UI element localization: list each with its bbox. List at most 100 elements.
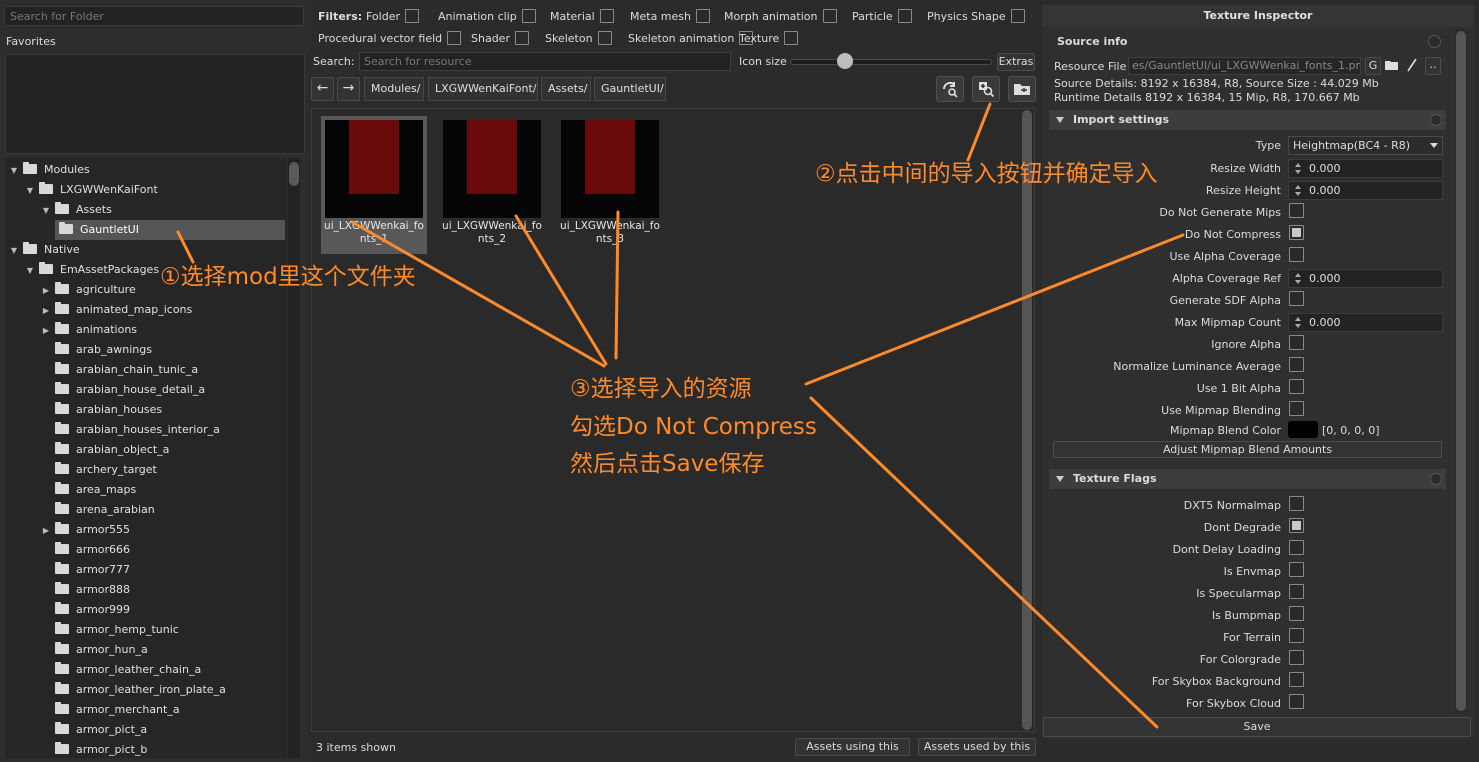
filter-checkbox[interactable] (784, 31, 799, 45)
filter-skeleton[interactable]: Skeleton (545, 31, 612, 47)
filter-animation-clip[interactable]: Animation clip (438, 9, 536, 25)
resize-height-input[interactable]: 0.000 (1288, 181, 1443, 200)
tree-item[interactable]: arabian_object_a (5, 440, 287, 460)
tree-item[interactable]: archery_target (5, 460, 287, 480)
for-colorgrade-checkbox[interactable] (1289, 650, 1304, 665)
folder-tree-scrollbar[interactable] (288, 158, 300, 758)
filter-physics-shape[interactable]: Physics Shape (927, 9, 1025, 25)
max-mipmap-count-input[interactable]: 0.000 (1288, 313, 1443, 332)
tree-item[interactable]: armor_hun_a (5, 640, 287, 660)
is-specularmap-checkbox[interactable] (1289, 584, 1304, 599)
extras-button[interactable]: Extras (997, 53, 1035, 71)
filter-checkbox[interactable] (1010, 9, 1025, 23)
is-envmap-checkbox[interactable] (1289, 562, 1304, 577)
tree-item[interactable]: armor_hemp_tunic (5, 620, 287, 640)
filter-checkbox[interactable] (514, 31, 529, 45)
texture-flags-header[interactable]: Texture Flags (1049, 469, 1446, 489)
save-button[interactable]: Save (1043, 717, 1471, 737)
alpha-coverage-ref-input[interactable]: 0.000 (1288, 269, 1443, 288)
asset-grid-scrollbar[interactable] (1021, 110, 1033, 730)
chevron-down-icon[interactable]: ▼ (9, 241, 19, 261)
asset-tile[interactable]: ui_LXGWWenkai_fonts_3 (557, 116, 663, 254)
filter-folder[interactable]: Folder (366, 9, 419, 25)
filter-morph-animation[interactable]: Morph animation (724, 9, 837, 25)
g-button[interactable]: G (1365, 57, 1381, 75)
normalize-luminance-average-checkbox[interactable] (1289, 357, 1304, 372)
for-skybox-background-checkbox[interactable] (1289, 672, 1304, 687)
source-info-toggle[interactable] (1428, 35, 1441, 48)
filter-checkbox[interactable] (696, 9, 710, 23)
resource-search-input[interactable]: Search for resource (359, 52, 731, 71)
icon-size-slider-knob[interactable] (837, 53, 853, 69)
resize-width-input[interactable]: 0.000 (1288, 159, 1443, 178)
tree-item[interactable]: arena_arabian (5, 500, 287, 520)
mipmap-blend-color-swatch[interactable] (1288, 421, 1318, 438)
for-skybox-cloud-checkbox[interactable] (1289, 694, 1304, 709)
tree-item[interactable]: area_maps (5, 480, 287, 500)
tree-item[interactable]: ▼ Modules (5, 160, 287, 180)
tree-item[interactable]: ▼ LXGWWenKaiFont (5, 180, 287, 200)
dont-degrade-checkbox[interactable] (1289, 518, 1304, 533)
tree-item[interactable]: armor_leather_chain_a (5, 660, 287, 680)
breadcrumb-item[interactable]: LXGWWenKaiFont/ (428, 77, 538, 101)
tree-item[interactable]: ▶ armor555 (5, 520, 287, 540)
assets-using-this-button[interactable]: Assets using this (795, 738, 910, 756)
open-folder-icon[interactable] (1008, 76, 1036, 102)
tree-item[interactable]: armor666 (5, 540, 287, 560)
filter-procedural-vector-field[interactable]: Procedural vector field (318, 31, 462, 47)
filter-checkbox[interactable] (405, 9, 419, 23)
generate-sdf-alpha-checkbox[interactable] (1289, 291, 1304, 306)
chevron-down-icon[interactable]: ▼ (25, 181, 35, 201)
inspector-scrollbar[interactable] (1455, 29, 1467, 713)
chevron-down-icon[interactable]: ▼ (25, 261, 35, 281)
asset-tile[interactable]: ui_LXGWWenkai_fonts_2 (439, 116, 545, 254)
filter-texture[interactable]: Texture (739, 31, 799, 47)
chevron-right-icon[interactable]: ▶ (41, 321, 51, 341)
folder-search-input[interactable]: Search for Folder (4, 6, 304, 26)
do-not-compress-checkbox[interactable] (1289, 225, 1304, 240)
tree-item[interactable]: armor999 (5, 600, 287, 620)
tree-item[interactable]: arabian_houses_interior_a (5, 420, 287, 440)
scrollbar-thumb[interactable] (289, 162, 299, 186)
filter-shader[interactable]: Shader (471, 31, 529, 47)
folder-icon[interactable] (1385, 60, 1399, 70)
filter-meta-mesh[interactable]: Meta mesh (630, 9, 710, 25)
for-terrain-checkbox[interactable] (1289, 628, 1304, 643)
scrollbar-thumb[interactable] (1022, 110, 1032, 730)
tree-item[interactable]: armor_pict_a (5, 720, 287, 740)
tree-item[interactable]: armor_leather_iron_plate_a (5, 680, 287, 700)
tree-item[interactable]: arabian_houses (5, 400, 287, 420)
tree-item[interactable]: armor888 (5, 580, 287, 600)
filter-particle[interactable]: Particle (852, 9, 912, 25)
scrollbar-thumb[interactable] (1456, 31, 1466, 711)
tree-item[interactable]: ▶ animated_map_icons (5, 300, 287, 320)
chevron-down-icon[interactable]: ▼ (41, 201, 51, 221)
edit-pen-icon[interactable] (1405, 57, 1419, 73)
section-toggle[interactable] (1430, 473, 1442, 485)
breadcrumb-item[interactable]: Modules/ (364, 77, 424, 101)
resource-file-field[interactable]: es/GauntletUI/ui_LXGWWenkai_fonts_1.png (1128, 57, 1361, 75)
use-mipmap-blending-checkbox[interactable] (1289, 401, 1304, 416)
import-icon[interactable] (972, 76, 1000, 102)
filter-checkbox[interactable] (521, 9, 536, 23)
import-settings-header[interactable]: Import settings (1049, 110, 1446, 130)
refresh-search-icon[interactable] (936, 76, 964, 102)
chevron-right-icon[interactable]: ▶ (41, 521, 51, 541)
filter-material[interactable]: Material (550, 9, 614, 25)
asset-tile[interactable]: ui_LXGWWenkai_fonts_1 (321, 116, 427, 254)
use-1-bit-alpha-checkbox[interactable] (1289, 379, 1304, 394)
chevron-right-icon[interactable]: ▶ (41, 301, 51, 321)
filter-checkbox[interactable] (447, 31, 462, 45)
filter-checkbox[interactable] (597, 31, 612, 45)
tree-item[interactable]: ▶ animations (5, 320, 287, 340)
filter-checkbox[interactable] (599, 9, 614, 23)
dxt5-normalmap-checkbox[interactable] (1289, 496, 1304, 511)
filter-checkbox[interactable] (897, 9, 912, 23)
icon-size-slider[interactable] (790, 59, 992, 65)
section-toggle[interactable] (1430, 114, 1442, 126)
tree-item[interactable]: armor_pict_b (5, 740, 287, 758)
filter-skeleton-animation[interactable]: Skeleton animation (628, 31, 754, 47)
tree-item[interactable]: armor_merchant_a (5, 700, 287, 720)
tree-item[interactable]: ▼ Native (5, 240, 287, 260)
back-arrow-icon[interactable]: ← (311, 77, 334, 101)
